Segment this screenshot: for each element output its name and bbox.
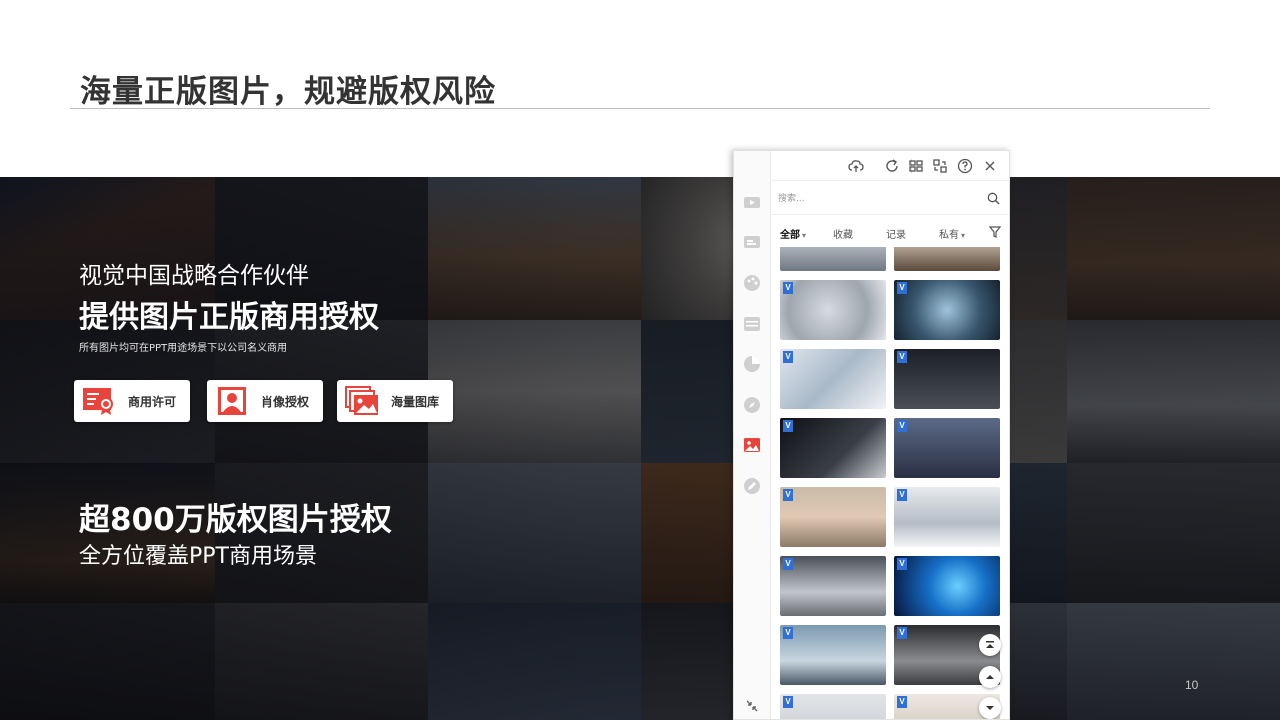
image-thumbnail[interactable]: V [780, 349, 886, 409]
filter-funnel-icon[interactable] [989, 226, 1001, 238]
image-thumbnail[interactable]: V [894, 556, 1000, 616]
vcg-badge: V [897, 282, 907, 294]
image-thumbnail[interactable]: V [780, 625, 886, 685]
slide-title: 海量正版图片，规避版权风险 [80, 74, 496, 110]
scroll-top-icon [986, 641, 994, 648]
vcg-badge: V [897, 696, 907, 708]
panel-toolbar [771, 151, 1009, 181]
filter-label: 全部 [780, 230, 800, 241]
grid-view-icon[interactable] [908, 158, 924, 174]
certificate-icon [83, 388, 113, 415]
filter-label: 私有 [939, 230, 959, 241]
vcg-badge: V [783, 627, 793, 639]
image-count-headline: 超800万版权图片授权 [79, 502, 392, 538]
filter-favorites[interactable]: 收藏 [833, 226, 853, 241]
filter-all[interactable]: 全部 ▾ [780, 226, 806, 241]
image-thumbnail[interactable]: V [894, 487, 1000, 547]
help-icon[interactable] [957, 158, 973, 174]
image-thumbnail[interactable]: V [780, 487, 886, 547]
filter-history[interactable]: 记录 [886, 226, 906, 241]
collapse-icon[interactable] [743, 697, 761, 715]
pie-chart-icon[interactable] [743, 355, 761, 373]
swap-icon[interactable] [932, 158, 948, 174]
portrait-icon [218, 387, 246, 415]
vcg-badge: V [897, 627, 907, 639]
refresh-icon[interactable] [884, 158, 900, 174]
feature-label: 海量图库 [391, 394, 440, 409]
feature-commercial-license[interactable]: 商用许可 [74, 380, 190, 422]
vcg-badge: V [897, 420, 907, 432]
search-bar [771, 183, 1009, 215]
search-icon[interactable] [987, 192, 1000, 205]
partner-tagline: 视觉中国战略合作伙伴 [79, 263, 309, 289]
filter-label: 收藏 [833, 230, 853, 241]
vcg-badge: V [897, 558, 907, 570]
vcg-badge: V [783, 558, 793, 570]
scroll-up-button[interactable] [979, 666, 1001, 688]
vcg-badge: V [783, 696, 793, 708]
scroll-down-button[interactable] [979, 697, 1001, 719]
scroll-top-button[interactable] [979, 634, 1001, 656]
feature-massive-gallery[interactable]: 海量图库 [337, 380, 453, 422]
image-icon[interactable] [743, 436, 761, 454]
image-thumbnail[interactable]: V [780, 556, 886, 616]
feature-portrait-license[interactable]: 肖像授权 [207, 380, 323, 422]
title-divider [70, 108, 1210, 109]
image-thumbnail[interactable]: V [780, 694, 886, 719]
compass-icon[interactable] [743, 396, 761, 414]
image-plugin-panel: 全部▾ 收藏 记录 私有▾ V V V V V V [733, 150, 1010, 720]
gallery-icon [345, 386, 378, 415]
scroll-down-icon [986, 706, 994, 710]
scroll-up-icon [986, 675, 994, 679]
image-thumbnail[interactable]: V [894, 280, 1000, 340]
vcg-badge: V [783, 351, 793, 363]
vcg-badge: V [783, 420, 793, 432]
chevron-down-icon: ▾ [961, 231, 966, 240]
coverage-subtitle: 全方位覆盖PPT商用场景 [79, 544, 317, 569]
cloud-upload-icon[interactable] [848, 158, 864, 174]
image-thumbnail[interactable]: V [894, 349, 1000, 409]
image-thumbnail[interactable] [780, 247, 886, 271]
filter-tabs: 全部 ▾ 收藏 记录 私有 ▾ [771, 221, 1009, 243]
palette-icon[interactable] [743, 274, 761, 292]
feature-label: 肖像授权 [261, 394, 310, 409]
usage-note: 所有图片均可在PPT用途场景下以公司名义商用 [79, 343, 288, 354]
vcg-badge: V [897, 489, 907, 501]
close-icon[interactable] [982, 158, 998, 174]
image-thumbnail[interactable] [894, 247, 1000, 271]
vcg-badge: V [783, 489, 793, 501]
table-icon[interactable] [743, 315, 761, 333]
video-icon[interactable] [743, 193, 761, 211]
filter-private[interactable]: 私有 ▾ [939, 226, 965, 241]
filter-label: 记录 [886, 230, 906, 241]
search-input[interactable] [778, 189, 978, 209]
feature-label: 商用许可 [128, 394, 177, 409]
edit-icon[interactable] [743, 477, 761, 495]
panel-rail [734, 151, 771, 719]
image-thumbnail[interactable]: V [780, 280, 886, 340]
page-number: 10 [1185, 678, 1199, 692]
image-grid: V V V V V V V V V V V V V V [771, 247, 1009, 719]
image-thumbnail[interactable]: V [894, 418, 1000, 478]
card-icon[interactable] [743, 233, 761, 251]
vcg-badge: V [783, 282, 793, 294]
license-headline: 提供图片正版商用授权 [79, 300, 379, 335]
image-thumbnail[interactable]: V [780, 418, 886, 478]
vcg-badge: V [897, 351, 907, 363]
chevron-down-icon: ▾ [802, 231, 807, 240]
